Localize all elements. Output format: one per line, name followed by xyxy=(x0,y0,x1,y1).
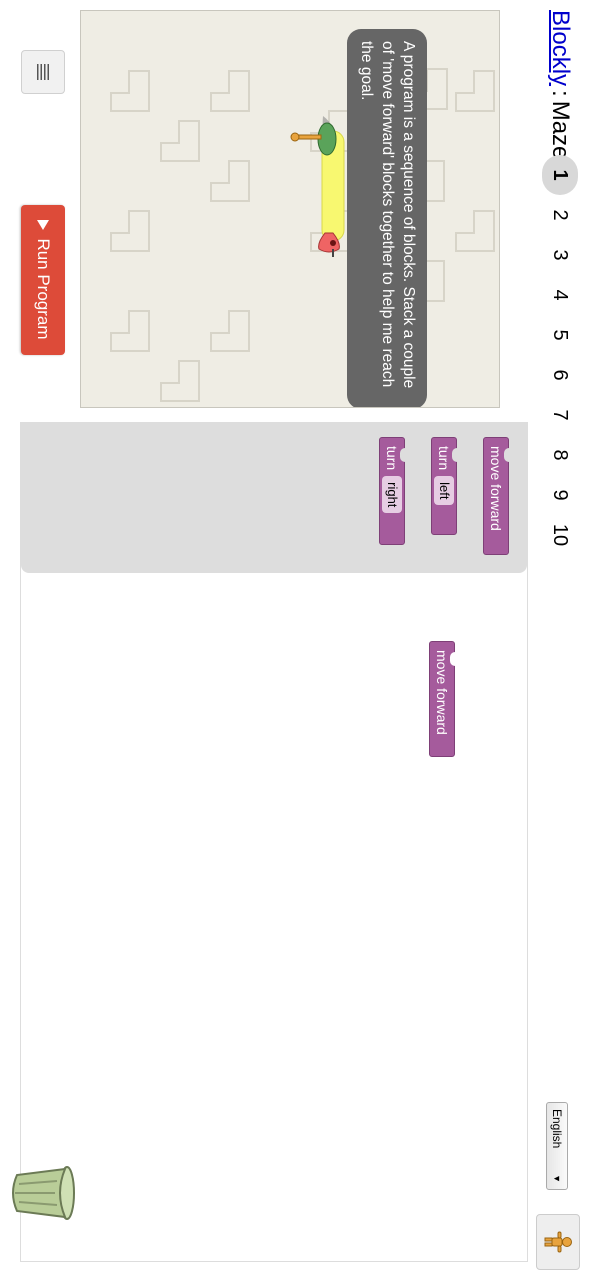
block-notch xyxy=(400,448,405,462)
toolbox-move-forward-block[interactable]: move forward xyxy=(483,437,509,555)
language-selected: English xyxy=(550,1109,564,1149)
run-program-label: Run Program xyxy=(34,238,53,340)
block-notch xyxy=(450,652,455,666)
level-selector: 1 2 3 4 5 6 7 8 9 10 xyxy=(542,155,578,555)
toolbox-flyout: move forward turn left turn right xyxy=(21,423,527,573)
menu-button[interactable] xyxy=(21,50,65,94)
level-7-link[interactable]: 7 xyxy=(542,395,578,435)
level-3-link[interactable]: 3 xyxy=(542,235,578,275)
level-9-link[interactable]: 9 xyxy=(542,475,578,515)
play-icon xyxy=(37,220,49,231)
run-program-button[interactable]: Run Program xyxy=(21,205,65,355)
trash-icon[interactable] xyxy=(9,1163,77,1223)
level-4-link[interactable]: 4 xyxy=(542,275,578,315)
blockly-workspace[interactable]: move forward turn left turn right move f… xyxy=(12,422,528,1262)
stage: Blockly : Maze 1 2 3 4 5 6 7 8 9 10 Engl… xyxy=(0,0,590,1280)
workspace-move-forward-block[interactable]: move forward xyxy=(429,641,455,757)
level-10-link[interactable]: 10 xyxy=(542,515,578,555)
maze-area: A program is a sequence of blocks. Stack… xyxy=(80,10,500,408)
help-person-icon xyxy=(544,1231,572,1253)
maze-board xyxy=(110,68,495,402)
toolbox-turn-left-block[interactable]: turn left xyxy=(431,437,457,535)
level-1-link[interactable]: 1 xyxy=(542,155,578,195)
menu-icon xyxy=(37,64,49,80)
header: Blockly : Maze xyxy=(540,10,580,159)
block-notch xyxy=(452,448,457,462)
blockly-link[interactable]: Blockly xyxy=(546,10,574,86)
level-2-link[interactable]: 2 xyxy=(542,195,578,235)
toolbox-turn-right-block[interactable]: turn right xyxy=(379,437,405,545)
level-6-link[interactable]: 6 xyxy=(542,355,578,395)
instruction-bubble: A program is a sequence of blocks. Stack… xyxy=(347,29,427,408)
language-select[interactable]: English ▼ xyxy=(546,1102,568,1190)
level-5-link[interactable]: 5 xyxy=(542,315,578,355)
direction-dropdown[interactable]: right xyxy=(382,476,402,514)
block-notch xyxy=(504,448,509,462)
page-title: Maze xyxy=(547,100,574,160)
help-button[interactable] xyxy=(536,1214,580,1270)
dropdown-arrow-icon: ▼ xyxy=(552,1174,562,1183)
header-separator: : xyxy=(547,90,574,97)
level-8-link[interactable]: 8 xyxy=(542,435,578,475)
direction-dropdown[interactable]: left xyxy=(434,476,454,506)
